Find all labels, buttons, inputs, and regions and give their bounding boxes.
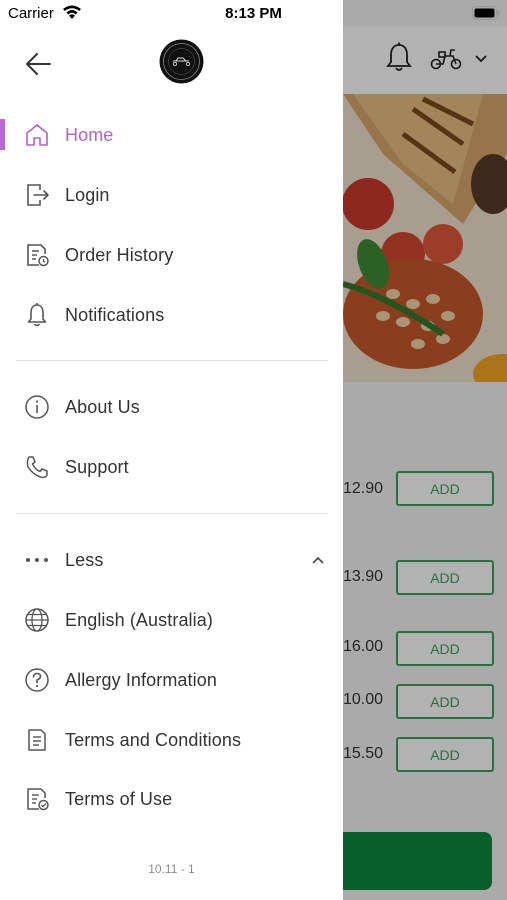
globe-icon (25, 608, 49, 632)
nav-item-label: Order History (65, 244, 174, 265)
status-time: 8:13 PM (225, 5, 282, 22)
nav-item-order-history[interactable]: Order History (0, 230, 343, 280)
app-version: 10.11 - 1 (148, 862, 195, 876)
nav-item-label: About Us (65, 396, 140, 417)
nav-item-about-us[interactable]: About Us (0, 382, 343, 432)
login-icon (27, 184, 49, 206)
status-bar: Carrier 8:13 PM (0, 0, 507, 26)
section-divider (16, 513, 328, 514)
more-dots-icon (26, 558, 48, 562)
nav-item-label: English (Australia) (65, 609, 213, 630)
battery-icon (472, 6, 500, 20)
order-history-icon (27, 244, 49, 267)
drawer-overlay[interactable] (343, 0, 507, 900)
document-icon (28, 729, 46, 751)
document-check-icon (27, 788, 49, 811)
arrow-left-icon[interactable] (24, 50, 54, 78)
chevron-up-icon (312, 556, 324, 564)
nav-item-support[interactable]: Support (0, 442, 343, 492)
nav-item-label: Login (65, 184, 110, 205)
nav-item-label: Terms of Use (65, 788, 173, 809)
nav-item-terms-and-conditions[interactable]: Terms and Conditions (0, 715, 343, 765)
question-icon (25, 668, 49, 692)
nav-item-language[interactable]: English (Australia) (0, 595, 343, 645)
nav-item-label: Notifications (65, 304, 165, 325)
info-icon (25, 395, 49, 419)
nav-item-label: Terms and Conditions (65, 729, 242, 750)
nav-item-notifications[interactable]: Notifications (0, 290, 343, 340)
bell-icon (27, 303, 47, 327)
section-divider (16, 360, 328, 361)
nav-item-allergy-information[interactable]: Allergy Information (0, 655, 343, 705)
more-toggle-label: Less (65, 549, 104, 570)
nav-item-label: Allergy Information (65, 669, 217, 690)
nav-item-terms-of-use[interactable]: Terms of Use (0, 774, 343, 824)
restaurant-logo (159, 39, 204, 84)
home-icon (26, 124, 48, 146)
nav-item-home[interactable]: Home (0, 110, 343, 160)
phone-icon (26, 456, 48, 479)
more-toggle[interactable]: Less (0, 535, 343, 585)
navigation-drawer: Home Login Order History Notifications A… (0, 0, 343, 900)
nav-item-label: Support (65, 456, 129, 477)
nav-item-label: Home (65, 124, 114, 145)
nav-item-login[interactable]: Login (0, 170, 343, 220)
